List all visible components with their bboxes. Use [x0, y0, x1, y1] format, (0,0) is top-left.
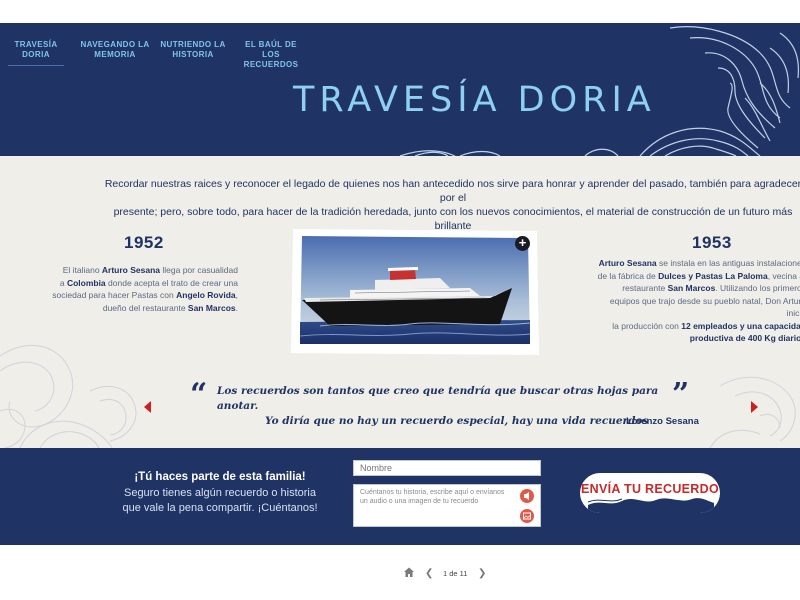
- open-quote-icon: “: [190, 377, 208, 412]
- story-left: El italiano Arturo Sesana llega por casu…: [52, 265, 238, 313]
- wave-icon: [587, 498, 714, 513]
- message-field[interactable]: Cuéntanos tu historia, escribe aquí o en…: [353, 484, 541, 527]
- nav-item-el-baul-de-los-recuerdos[interactable]: EL BAÚL DE LOS RECUERDOS: [236, 40, 306, 70]
- quote-text: Los recuerdos son tantos que creo que te…: [217, 384, 677, 429]
- cta-title: ¡Tú haces parte de esta familia!: [134, 471, 306, 483]
- ship-illustration: [290, 228, 540, 356]
- cta-subtitle: Seguro tienes algún recuerdo o historia …: [110, 486, 330, 516]
- nav-label: RECUERDOS: [243, 60, 299, 69]
- intro-line: Recordar nuestras raices y reconocer el …: [104, 178, 800, 204]
- close-quote-icon: ”: [672, 377, 690, 412]
- page: TRAVESÍA DORIA NAVEGANDO LA MEMORIA NUTR…: [0, 0, 800, 600]
- nav-label: NAVEGANDO LA: [80, 40, 150, 49]
- nav-item-navegando-la-memoria[interactable]: NAVEGANDO LA MEMORIA: [80, 40, 150, 60]
- year-left: 1952: [124, 233, 164, 252]
- quote-line: Yo diría que no hay un recuerdo especial…: [265, 415, 649, 427]
- message-placeholder: Cuéntanos tu historia, escribe aquí o en…: [360, 489, 505, 505]
- send-memory-button[interactable]: ENVÍA TU RECUERDO: [580, 473, 720, 513]
- nav-label: HISTORIA: [172, 50, 214, 59]
- audio-upload-icon[interactable]: [520, 489, 534, 503]
- story-right: Arturo Sesana se instala en las antiguas…: [597, 258, 800, 343]
- prev-slide-arrow-icon[interactable]: [144, 401, 151, 413]
- next-slide-arrow-icon[interactable]: [751, 401, 758, 413]
- quote-line: Los recuerdos son tantos que creo que te…: [217, 385, 659, 412]
- nav-label: TRAVESÍA: [14, 40, 58, 49]
- year-right: 1953: [692, 233, 732, 252]
- cta-line: Seguro tienes algún recuerdo o historia: [123, 487, 316, 499]
- cta-line: que vale la pena compartir. ¡Cuéntanos!: [122, 502, 318, 514]
- next-page-icon[interactable]: ❯: [478, 568, 486, 579]
- ship-photo[interactable]: +: [290, 228, 540, 356]
- main-content: Recordar nuestras raices y reconocer el …: [0, 156, 800, 448]
- page-title: TRAVESÍA DORIA: [293, 80, 656, 120]
- home-icon[interactable]: [403, 566, 415, 578]
- image-upload-icon[interactable]: [520, 509, 534, 523]
- page-number: 1 de 11: [443, 569, 468, 578]
- cta-band: ¡Tú haces parte de esta familia! Seguro …: [0, 448, 800, 545]
- nav-item-travesia-doria[interactable]: TRAVESÍA DORIA: [8, 40, 64, 66]
- header: TRAVESÍA DORIA NAVEGANDO LA MEMORIA NUTR…: [0, 23, 800, 156]
- quote-author: Lorenzo Sesana: [626, 416, 699, 427]
- nav-item-nutriendo-la-historia[interactable]: NUTRIENDO LA HISTORIA: [160, 40, 226, 60]
- name-input[interactable]: [353, 460, 541, 476]
- pager: ❮ 1 de 11 ❯: [0, 562, 800, 584]
- intro-text: Recordar nuestras raices y reconocer el …: [98, 177, 800, 233]
- nav-label: DORIA: [22, 50, 50, 59]
- nav-label: EL BAÚL DE LOS: [245, 40, 297, 59]
- prev-page-icon[interactable]: ❮: [425, 568, 433, 579]
- nav-label: MEMORIA: [94, 50, 136, 59]
- expand-photo-button[interactable]: +: [515, 236, 530, 251]
- nav-label: NUTRIENDO LA: [160, 40, 226, 49]
